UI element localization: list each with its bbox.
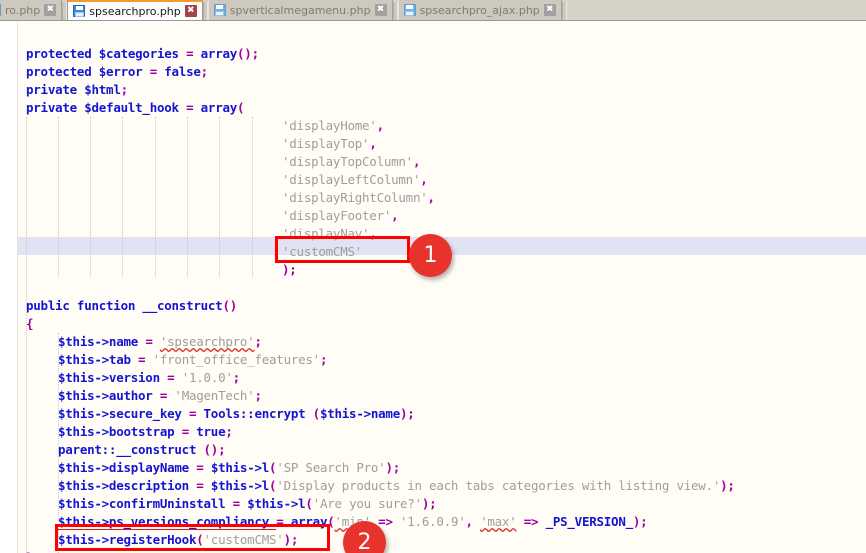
code-line: 'displayNav', <box>282 226 377 241</box>
code-line: $this->secure_key = Tools::encrypt ($thi… <box>58 406 415 421</box>
code-line: protected $categories = array(); <box>26 46 259 61</box>
code-line: 'displayHome', <box>282 118 384 133</box>
editor-tab-bar: ro.php ✖ spsearchpro.php ✖ spverticalmeg… <box>0 0 866 21</box>
code-line: } <box>26 549 34 553</box>
editor-tab-label: spsearchpro_ajax.php <box>419 3 540 17</box>
annotation-badge-label: 2 <box>357 530 372 553</box>
code-line: protected $error = false; <box>26 64 208 79</box>
code-line: parent::__construct (); <box>58 442 226 457</box>
annotation-badge-1: 1 <box>409 234 452 277</box>
editor-tab-label: spsearchpro.php <box>89 4 181 18</box>
close-icon[interactable]: ✖ <box>44 4 57 16</box>
close-icon[interactable]: ✖ <box>374 4 387 16</box>
code-line: public function __construct() <box>26 298 238 313</box>
editor-tab-label: ro.php <box>5 3 41 17</box>
code-line-highlighted: 'customCMS' <box>282 244 363 259</box>
code-line: 'displayRightColumn', <box>282 190 435 205</box>
save-icon <box>403 4 416 16</box>
save-icon <box>73 5 86 17</box>
editor-tab-2[interactable]: spverticalmegamenu.php ✖ <box>207 0 393 20</box>
code-line: $this->name = 'spsearchpro'; <box>58 334 262 349</box>
close-glyph: ✖ <box>46 4 55 14</box>
code-content: protected $categories = array(); protect… <box>0 21 866 553</box>
editor-tab-label: spverticalmegamenu.php <box>229 3 371 17</box>
code-line: 'displayFooter', <box>282 208 399 223</box>
annotation-badge-label: 1 <box>423 243 438 268</box>
code-editor-window: ro.php ✖ spsearchpro.php ✖ spverticalmeg… <box>0 0 866 553</box>
code-editor-area[interactable]: protected $categories = array(); protect… <box>0 21 866 553</box>
code-line: 'displayTop', <box>282 136 377 151</box>
code-line: $this->registerHook('customCMS'); <box>58 532 299 547</box>
close-glyph: ✖ <box>546 4 554 14</box>
close-icon[interactable]: ✖ <box>184 5 197 17</box>
code-line: { <box>26 316 34 331</box>
save-icon <box>0 4 1 16</box>
code-line: private $default_hook = array( <box>26 100 245 115</box>
close-glyph: ✖ <box>186 5 195 15</box>
code-line: $this->confirmUninstall = $this->l('Are … <box>58 496 437 511</box>
close-glyph: ✖ <box>376 4 385 14</box>
code-line: ); <box>282 262 297 277</box>
code-line: $this->tab = 'front_office_features'; <box>58 352 328 367</box>
code-line: $this->description = $this->l('Display p… <box>58 478 735 493</box>
tab-separator <box>561 2 567 20</box>
code-line: 'displayLeftColumn', <box>282 172 428 187</box>
editor-tab-1[interactable]: spsearchpro.php ✖ <box>67 0 203 20</box>
save-icon <box>213 4 226 16</box>
code-line: $this->version = '1.0.0'; <box>58 370 240 385</box>
editor-tab-0[interactable]: ro.php ✖ <box>0 0 63 20</box>
close-icon[interactable]: ✖ <box>543 4 556 16</box>
code-line: $this->author = 'MagenTech'; <box>58 388 262 403</box>
code-line: private $html; <box>26 82 128 97</box>
code-line: $this->displayName = $this->l('SP Search… <box>58 460 401 475</box>
code-line: 'displayTopColumn', <box>282 154 421 169</box>
editor-tab-3[interactable]: spsearchpro_ajax.php ✖ <box>397 0 562 20</box>
code-line: $this->bootstrap = true; <box>58 424 233 439</box>
